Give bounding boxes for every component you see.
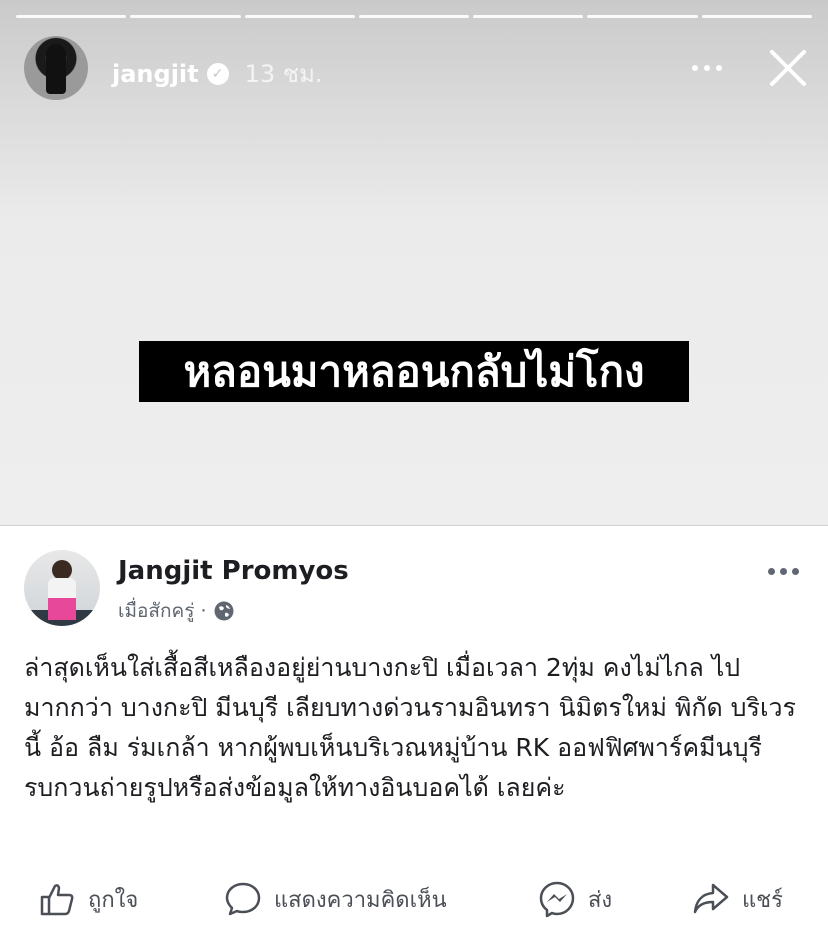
- like-button[interactable]: ถูกใจ: [38, 876, 138, 922]
- progress-segment: [358, 15, 470, 18]
- progress-segment: [244, 15, 355, 18]
- avatar-body: [48, 578, 76, 600]
- post-more-options-icon[interactable]: [768, 566, 802, 576]
- share-button[interactable]: แชร์: [692, 876, 783, 922]
- comment-label: แสดงความคิดเห็น: [274, 887, 447, 913]
- post-author-name[interactable]: Jangjit Promyos: [118, 556, 349, 586]
- like-label: ถูกใจ: [88, 887, 139, 913]
- story-progress-bar: [16, 15, 812, 19]
- post-meta: เมื่อสักครู่ ·: [118, 596, 235, 626]
- progress-segment: [130, 15, 241, 18]
- post-body-text: ล่าสุดเห็นใส่เสื้อสีเหลืองอยู่ย่านบางกะป…: [24, 653, 796, 802]
- progress-segment: [587, 15, 698, 18]
- send-label: ส่ง: [588, 887, 613, 913]
- avatar-skirt: [48, 598, 76, 620]
- avatar-head: [52, 560, 72, 580]
- story-frame[interactable]: jangjit ✓ 13 ชม. หลอนมาหลอนกลับไม่โกง: [0, 0, 828, 525]
- thumbs-up-icon: [40, 884, 74, 916]
- verified-badge-icon: ✓: [206, 62, 229, 85]
- story-viewer: jangjit ✓ 13 ชม. หลอนมาหลอนกลับไม่โกง Ja…: [0, 0, 828, 925]
- comment-button[interactable]: แสดงความคิดเห็น: [224, 876, 447, 922]
- story-username[interactable]: jangjit: [112, 60, 199, 88]
- comment-bubble-icon: [225, 882, 261, 916]
- share-arrow-icon: [693, 883, 729, 914]
- close-icon[interactable]: [768, 48, 808, 88]
- story-caption: หลอนมาหลอนกลับไม่โกง: [139, 341, 689, 402]
- story-avatar[interactable]: [24, 36, 88, 100]
- globe-icon: [214, 601, 233, 621]
- avatar-figure: [46, 44, 66, 94]
- story-header: jangjit ✓ 13 ชม.: [24, 36, 806, 100]
- meta-separator: ·: [200, 600, 207, 622]
- post-timestamp: เมื่อสักครู่: [118, 600, 195, 622]
- messenger-icon: [539, 881, 575, 918]
- progress-segment: [16, 15, 127, 18]
- post-author-avatar[interactable]: [24, 550, 100, 626]
- more-options-icon[interactable]: [692, 62, 726, 74]
- post-action-bar: ถูกใจ แสดงความคิดเห็น ส่ง แชร์: [0, 876, 828, 922]
- story-user-info[interactable]: jangjit ✓ 13 ชม.: [112, 54, 323, 93]
- shared-post-card[interactable]: Jangjit Promyos เมื่อสักครู่ · ล่าสุดเห็…: [0, 525, 828, 925]
- story-timestamp: 13 ชม.: [244, 60, 323, 88]
- progress-segment: [701, 15, 812, 18]
- send-button[interactable]: ส่ง: [538, 876, 612, 922]
- share-label: แชร์: [742, 887, 783, 913]
- progress-segment: [473, 15, 584, 18]
